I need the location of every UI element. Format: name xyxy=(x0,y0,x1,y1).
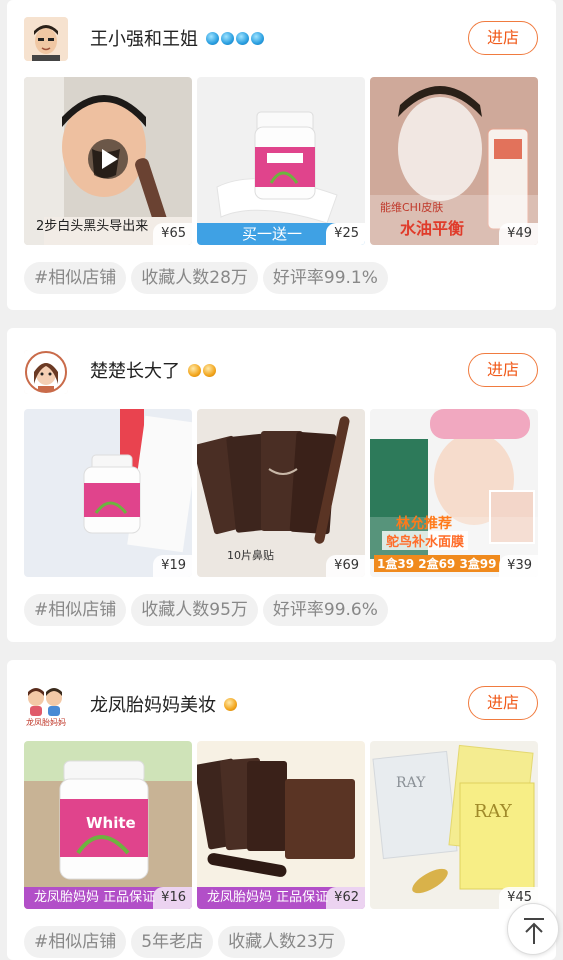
tag-rating: 好评率99.1% xyxy=(262,262,388,294)
crown-icon xyxy=(206,31,219,45)
product-caption-small: 能维CHI皮肤 xyxy=(380,201,444,214)
product-thumbnail[interactable]: ¥19 xyxy=(24,409,192,577)
promo-banner: 买一送一 xyxy=(241,225,302,243)
shop-level-badges xyxy=(188,359,218,380)
crown-icon xyxy=(203,363,216,377)
product-label-text: White xyxy=(86,814,136,832)
shop-avatar[interactable] xyxy=(24,350,68,394)
product-caption: 鸵鸟补水面膜 xyxy=(382,531,469,550)
shop-level-badges xyxy=(206,27,266,48)
product-caption-small: 林允推荐 xyxy=(396,516,452,532)
shop-tags: #相似店铺 收藏人数28万 好评率99.1% xyxy=(24,262,393,294)
product-thumbnails: White 龙凤胎妈妈 正品保证 ¥16 龙凤胎妈妈 正品保证 ¥62 RAY … xyxy=(24,741,538,909)
shop-avatar[interactable]: 龙凤胎妈妈 xyxy=(24,684,68,728)
shop-level-badges xyxy=(224,693,239,714)
shop-name[interactable]: 王小强和王姐 xyxy=(90,25,266,51)
product-thumbnail[interactable]: 能维CHI皮肤 水油平衡 ¥49 xyxy=(370,77,538,245)
product-price-tiers: 1盒39 2盒69 3盒99 xyxy=(374,555,500,572)
product-caption: 水油平衡 xyxy=(400,219,465,238)
tag-favorites: 收藏人数95万 xyxy=(131,594,258,626)
svg-text:RAY: RAY xyxy=(474,801,513,822)
enter-shop-button[interactable]: 进店 xyxy=(468,686,538,720)
crown-icon xyxy=(188,363,201,377)
product-thumbnail[interactable]: 买一送一 ¥25 xyxy=(197,77,365,245)
shop-name[interactable]: 龙凤胎妈妈美妆 xyxy=(90,691,239,717)
product-thumbnail[interactable]: 2步白头黑头导出来 ¥65 xyxy=(24,77,192,245)
shop-tags: #相似店铺 收藏人数95万 好评率99.6% xyxy=(24,594,393,626)
product-price: ¥16 xyxy=(153,887,192,909)
product-price: ¥49 xyxy=(499,223,538,245)
tag-similar-shops[interactable]: #相似店铺 xyxy=(24,262,127,294)
product-price: ¥39 xyxy=(499,555,538,577)
product-thumbnail[interactable]: 龙凤胎妈妈 正品保证 ¥62 xyxy=(197,741,365,909)
shop-card[interactable]: 龙凤胎妈妈 龙凤胎妈妈美妆 进店 White 龙凤胎妈妈 正品保证 ¥16 龙凤… xyxy=(7,660,556,960)
shop-tags: #相似店铺 5年老店 收藏人数23万 xyxy=(24,926,350,958)
product-price: ¥25 xyxy=(326,223,365,245)
shop-logo-text: 龙凤胎妈妈 xyxy=(26,718,66,727)
shop-header: 王小强和王姐 进店 xyxy=(7,0,556,72)
product-caption: 10片鼻贴 xyxy=(227,549,274,562)
product-thumbnails: ¥19 10片鼻贴 ¥69 林允推荐 鸵鸟补水面膜 1盒39 2盒69 3盒99… xyxy=(24,409,538,577)
product-price: ¥69 xyxy=(326,555,365,577)
product-price: ¥19 xyxy=(153,555,192,577)
tag-favorites: 收藏人数23万 xyxy=(218,926,345,958)
shop-header: 楚楚长大了 进店 xyxy=(7,328,556,400)
shop-avatar[interactable] xyxy=(24,17,68,61)
svg-text:RAY: RAY xyxy=(396,775,426,791)
crown-icon xyxy=(221,31,234,45)
promo-banner: 龙凤胎妈妈 正品保证 xyxy=(34,890,156,905)
tag-favorites: 收藏人数28万 xyxy=(131,262,258,294)
tag-rating: 好评率99.6% xyxy=(262,594,388,626)
tag-similar-shops[interactable]: #相似店铺 xyxy=(24,594,127,626)
back-to-top-button[interactable] xyxy=(507,903,559,955)
enter-shop-button[interactable]: 进店 xyxy=(468,353,538,387)
product-thumbnail[interactable]: RAY RAY ¥45 xyxy=(370,741,538,909)
product-thumbnail[interactable]: White 龙凤胎妈妈 正品保证 ¥16 xyxy=(24,741,192,909)
product-thumbnail[interactable]: 林允推荐 鸵鸟补水面膜 1盒39 2盒69 3盒99 ¥39 xyxy=(370,409,538,577)
tag-similar-shops[interactable]: #相似店铺 xyxy=(24,926,127,958)
enter-shop-button[interactable]: 进店 xyxy=(468,21,538,55)
crown-icon xyxy=(251,31,264,45)
crown-icon xyxy=(236,31,249,45)
arrow-up-icon xyxy=(524,918,544,944)
crown-icon xyxy=(224,697,237,711)
promo-banner: 龙凤胎妈妈 正品保证 xyxy=(207,890,329,905)
shop-header: 龙凤胎妈妈 龙凤胎妈妈美妆 进店 xyxy=(7,660,556,732)
product-price: ¥65 xyxy=(153,223,192,245)
product-price: ¥62 xyxy=(326,887,365,909)
tag-shop-age: 5年老店 xyxy=(131,926,214,958)
product-caption: 2步白头黑头导出来 xyxy=(36,219,149,234)
shop-card[interactable]: 王小强和王姐 进店 2步白头黑头导出来 ¥65 买一送一 ¥25 能维CHI皮肤… xyxy=(7,0,556,310)
product-thumbnail[interactable]: 10片鼻贴 ¥69 xyxy=(197,409,365,577)
shop-card[interactable]: 楚楚长大了 进店 ¥19 10片鼻贴 ¥69 林允推荐 鸵鸟补水面膜 1盒39 … xyxy=(7,328,556,642)
product-thumbnails: 2步白头黑头导出来 ¥65 买一送一 ¥25 能维CHI皮肤 水油平衡 ¥49 xyxy=(24,77,538,245)
shop-name[interactable]: 楚楚长大了 xyxy=(90,357,218,383)
